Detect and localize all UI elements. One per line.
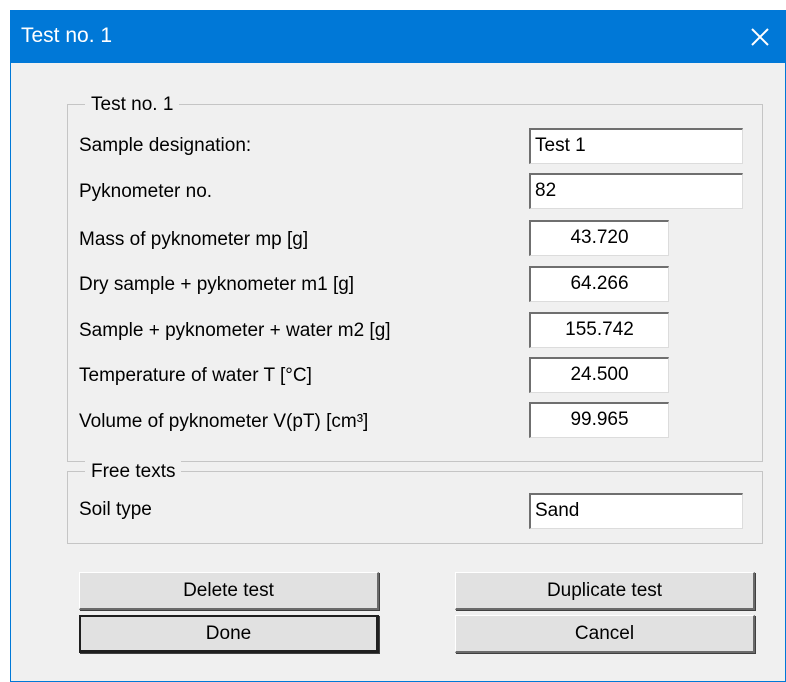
delete-test-button[interactable]: Delete test	[79, 572, 379, 610]
close-button[interactable]	[737, 11, 783, 63]
soil-type-input[interactable]: Sand	[529, 493, 743, 529]
free-texts-group-label: Free texts	[85, 461, 182, 483]
volume-input[interactable]: 99.965	[529, 402, 669, 438]
dry-sample-label: Dry sample + pyknometer m1 [g]	[79, 274, 355, 295]
soil-type-label: Soil type	[79, 499, 152, 520]
temperature-input[interactable]: 24.500	[529, 357, 669, 393]
volume-label: Volume of pyknometer V(pT) [cm³]	[79, 411, 369, 432]
dialog-window: Test no. 1 Test no. 1 Sample designation…	[10, 10, 786, 682]
done-button[interactable]: Done	[79, 615, 379, 653]
mass-pyknometer-label: Mass of pyknometer mp [g]	[79, 229, 309, 250]
sample-designation-label: Sample designation:	[79, 135, 252, 156]
close-icon	[751, 28, 769, 46]
title-bar: Test no. 1	[11, 11, 785, 63]
mass-pyknometer-input[interactable]: 43.720	[529, 220, 669, 256]
pyknometer-no-label: Pyknometer no.	[79, 181, 213, 202]
temperature-label: Temperature of water T [°C]	[79, 365, 312, 386]
dry-sample-input[interactable]: 64.266	[529, 266, 669, 302]
duplicate-test-button[interactable]: Duplicate test	[455, 572, 755, 610]
sample-designation-input[interactable]: Test 1	[529, 128, 743, 164]
test-group-label: Test no. 1	[85, 94, 180, 116]
sample-water-input[interactable]: 155.742	[529, 312, 669, 348]
window-title: Test no. 1	[21, 24, 113, 47]
pyknometer-no-input[interactable]: 82	[529, 173, 743, 209]
cancel-button[interactable]: Cancel	[455, 615, 755, 653]
sample-water-label: Sample + pyknometer + water m2 [g]	[79, 320, 391, 341]
